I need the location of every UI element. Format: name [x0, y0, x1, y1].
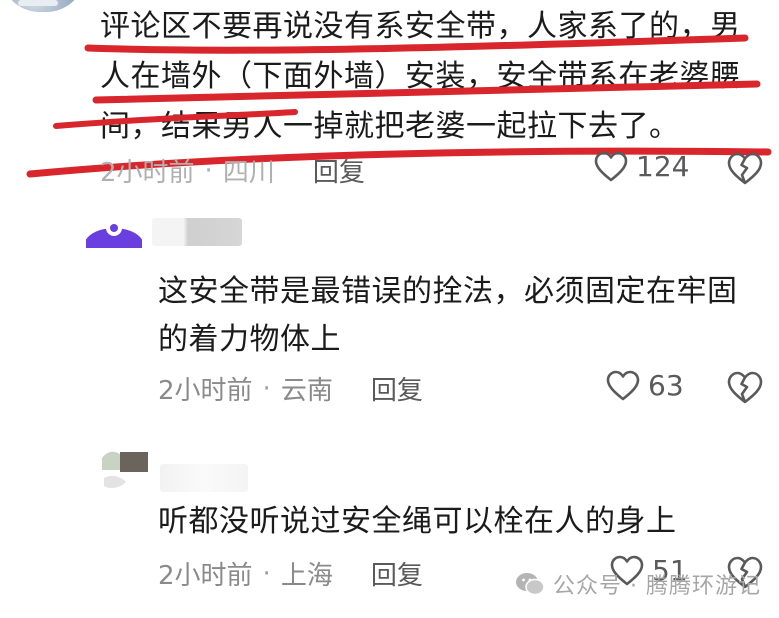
like-count: 124 — [636, 150, 690, 183]
reply-meta: 2小时前 · 上海 回复 — [158, 555, 423, 592]
comment-time: 2小时前 — [100, 158, 195, 188]
reply-text: 听都没听说过安全绳可以栓在人的身上 — [158, 504, 677, 539]
reply-button[interactable]: 回复 — [371, 555, 423, 592]
meta-separator: · — [262, 373, 271, 404]
avatar-image — [86, 220, 142, 248]
blurred-username — [160, 464, 248, 492]
heart-icon — [606, 370, 640, 400]
like-count: 63 — [648, 369, 684, 402]
dislike-broken-heart-icon[interactable] — [727, 152, 763, 186]
reply-text: 这安全带是最错误的拴法，必须固定在牢固的着力物体上 — [158, 274, 738, 357]
reply-button[interactable]: 回复 — [313, 152, 365, 189]
reply-button[interactable]: 回复 — [371, 370, 423, 407]
reply-meta: 2小时前 · 云南 回复 — [158, 370, 423, 407]
reply-avatar[interactable] — [86, 212, 142, 248]
meta-separator: · — [204, 155, 213, 186]
comment-meta: 2小时前 · 四川 回复 — [100, 152, 365, 189]
reply-avatar[interactable] — [100, 448, 150, 494]
reply-time: 2小时前 — [158, 376, 253, 406]
comment-location: 四川 — [222, 158, 275, 188]
wechat-icon — [516, 573, 545, 596]
like-button[interactable]: 63 — [606, 369, 684, 402]
reply-location: 上海 — [280, 561, 333, 591]
blurred-username — [152, 218, 242, 246]
comment-text: 评论区不要再说没有系安全带，人家系了的，男人在墙外（下面外墙）安装，安全带系在老… — [100, 9, 741, 144]
watermark-text: 公众号 · 腾腾环游记 — [553, 574, 761, 599]
user-avatar[interactable] — [0, 0, 86, 12]
avatar-image — [100, 448, 150, 494]
watermark: 公众号 · 腾腾环游记 — [515, 568, 761, 600]
dislike-broken-heart-icon[interactable] — [727, 371, 763, 405]
heart-icon — [594, 151, 628, 181]
reply-location: 云南 — [280, 376, 333, 406]
comment-thread: 评论区不要再说没有系安全带，人家系了的，男人在墙外（下面外墙）安装，安全带系在老… — [0, 0, 779, 618]
like-button[interactable]: 124 — [594, 150, 689, 183]
meta-separator: · — [262, 558, 271, 589]
reply-time: 2小时前 — [158, 561, 253, 591]
